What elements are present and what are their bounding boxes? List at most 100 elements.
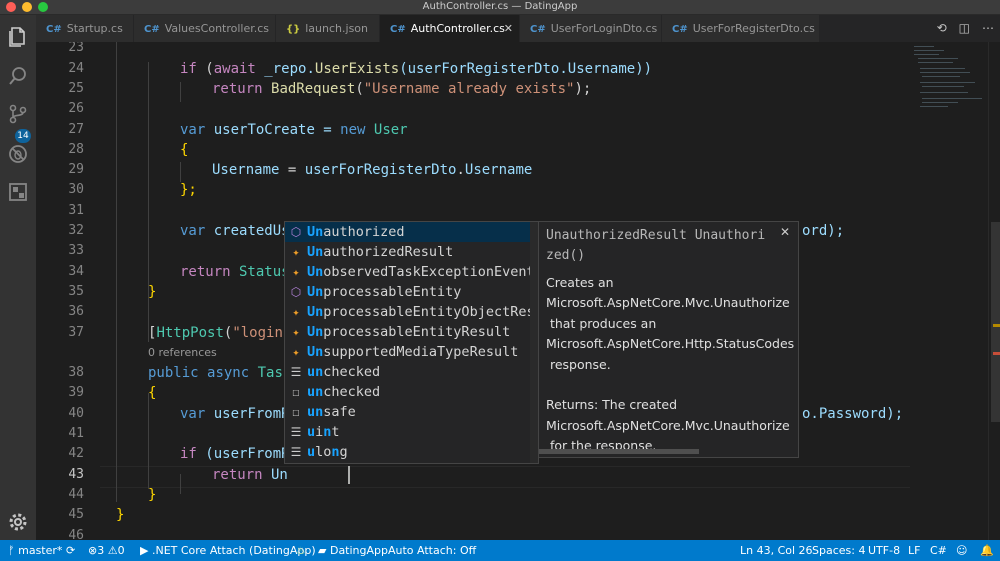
snippet-icon: ☐ xyxy=(292,405,300,419)
line-number: 42 xyxy=(68,446,84,461)
keyword-icon: ☰ xyxy=(290,425,302,439)
notifications-bell-icon[interactable]: 🔔 xyxy=(980,540,994,561)
line-number: 34 xyxy=(68,264,84,279)
source-control-icon[interactable] xyxy=(7,103,29,125)
title-bar: AuthController.cs — DatingApp xyxy=(0,0,1000,15)
suggestion-item[interactable]: ✦ UnauthorizedResult xyxy=(285,242,538,262)
explorer-icon[interactable] xyxy=(7,25,29,47)
close-details-icon[interactable]: ✕ xyxy=(780,225,790,239)
line-number: 37 xyxy=(68,325,84,340)
auto-attach-status[interactable]: Auto Attach: Off xyxy=(388,540,476,561)
suggestion-item[interactable]: ✦ UnprocessableEntityObjectResu xyxy=(285,302,538,322)
indent-guide xyxy=(148,393,149,489)
code-line: [HttpPost("login" xyxy=(148,325,292,341)
line-number: 38 xyxy=(68,365,84,380)
branch-status[interactable]: ᚠ master* xyxy=(8,540,62,561)
text-cursor xyxy=(348,466,350,484)
code-line: if (await _repo.UserExists(userForRegist… xyxy=(180,61,653,77)
codelens-references[interactable]: 0 references xyxy=(148,343,217,363)
extensions-icon[interactable] xyxy=(7,181,29,203)
open-changes-icon[interactable]: ⟲ xyxy=(937,21,947,35)
indent-guide xyxy=(116,42,117,502)
sync-icon[interactable]: ⟳ xyxy=(66,540,75,561)
doc-line: response. xyxy=(546,357,611,372)
doc-line: Returns: The created xyxy=(546,397,678,412)
suggestion-item[interactable]: ✦ UnobservedTaskExceptionEventA xyxy=(285,262,538,282)
line-number: 35 xyxy=(68,284,84,299)
indentation-status[interactable]: Spaces: 4 xyxy=(812,540,865,561)
suggestion-item[interactable]: ✦ UnsupportedMediaTypeResult xyxy=(285,342,538,362)
doc-line: Microsoft.AspNetCore.Mvc.Unauthorize xyxy=(546,295,790,310)
tab-auth-controller[interactable]: C# AuthController.cs ✕ xyxy=(380,15,520,42)
settings-gear-icon[interactable] xyxy=(7,511,29,533)
tab-user-for-register-dto[interactable]: C# UserForRegisterDto.cs xyxy=(662,15,820,42)
line-number: 27 xyxy=(68,122,84,137)
more-actions-icon[interactable]: ⋯ xyxy=(982,21,994,35)
window-title: AuthController.cs — DatingApp xyxy=(422,1,578,12)
signature: UnauthorizedResult Unauthori zed() xyxy=(546,228,766,263)
flame-icon[interactable]: ♨ xyxy=(296,540,306,561)
details-scrollbar[interactable] xyxy=(539,449,699,454)
line-number: 36 xyxy=(68,304,84,319)
suggestion-list[interactable]: ⬡ Unauthorized ✦ UnauthorizedResult ✦ Unobs… xyxy=(284,221,539,464)
problems-status[interactable]: ⊗3 ⚠0 xyxy=(88,540,125,561)
line-number: 23 xyxy=(68,42,84,55)
tab-actions: ⟲ ◫ ⋯ xyxy=(925,15,994,42)
code-line: ord); xyxy=(802,223,845,239)
code-line: } xyxy=(116,507,125,523)
scrollbar-marker xyxy=(993,352,1000,355)
suggestion-item[interactable]: ☰ ulong xyxy=(285,442,538,462)
code-line: } xyxy=(148,284,157,300)
suggestion-item[interactable]: ⬡ UnprocessableEntity xyxy=(285,282,538,302)
snippet-icon: ☐ xyxy=(292,385,300,399)
line-number: 39 xyxy=(68,385,84,400)
source-control-badge: 14 xyxy=(15,129,31,143)
language-mode[interactable]: C# xyxy=(930,540,947,561)
class-icon: ✦ xyxy=(292,345,300,359)
code-line: Username = userForRegisterDto.Username xyxy=(212,162,533,178)
line-number: 25 xyxy=(68,81,84,96)
code-line: if (userFromR xyxy=(180,446,290,462)
eol-status[interactable]: LF xyxy=(908,540,920,561)
code-line: { xyxy=(180,142,189,158)
tab-user-for-login-dto[interactable]: C# UserForLoginDto.cs xyxy=(520,15,662,42)
line-number: 32 xyxy=(68,223,84,238)
csharp-file-icon: C# xyxy=(390,24,406,35)
debug-config[interactable]: ▶ .NET Core Attach (DatingApp) xyxy=(140,540,316,561)
line-number: 33 xyxy=(68,243,84,258)
search-icon[interactable] xyxy=(7,65,29,87)
scrollbar-thumb[interactable] xyxy=(991,222,1000,422)
code-line: }; xyxy=(180,182,197,198)
suggestion-item[interactable]: ✦ UnprocessableEntityResult xyxy=(285,322,538,342)
code-line: return BadRequest("Username already exis… xyxy=(212,81,592,97)
line-number: 40 xyxy=(68,406,84,421)
close-tab-icon[interactable]: ✕ xyxy=(504,15,513,42)
vertical-scrollbar[interactable] xyxy=(988,42,1000,540)
suggestion-item[interactable]: ⬡ Unauthorized xyxy=(285,222,538,242)
folder-status[interactable]: ▰ DatingApp xyxy=(318,540,388,561)
suggestion-item[interactable]: ☐ unchecked xyxy=(285,382,538,402)
feedback-smiley-icon[interactable]: ☺ xyxy=(956,540,967,561)
suggestion-scrollbar[interactable] xyxy=(530,222,538,463)
play-icon: ▶ xyxy=(140,544,149,557)
split-editor-icon[interactable]: ◫ xyxy=(959,21,970,35)
keyword-icon: ☰ xyxy=(290,445,302,459)
line-number: 29 xyxy=(68,162,84,177)
scrollbar-marker xyxy=(993,324,1000,327)
code-line: var userToCreate = new User xyxy=(180,122,408,138)
class-icon: ✦ xyxy=(292,325,300,339)
cursor-position[interactable]: Ln 43, Col 26 xyxy=(740,540,813,561)
suggestion-item[interactable]: ☰ uint xyxy=(285,422,538,442)
tab-values-controller[interactable]: C# ValuesController.cs xyxy=(134,15,276,42)
minimap[interactable] xyxy=(910,42,988,540)
csharp-file-icon: C# xyxy=(144,24,160,35)
tab-launch-json[interactable]: {} launch.json xyxy=(276,15,380,42)
tab-startup[interactable]: C# Startup.cs xyxy=(36,15,134,42)
debug-icon[interactable] xyxy=(7,143,29,165)
suggestion-item[interactable]: ☐ unsafe xyxy=(285,402,538,422)
class-icon: ✦ xyxy=(292,305,300,319)
encoding-status[interactable]: UTF-8 xyxy=(868,540,900,561)
suggestion-item[interactable]: ☰ unchecked xyxy=(285,362,538,382)
warning-icon: ⚠ xyxy=(107,544,118,557)
code-line: public async Task xyxy=(148,365,292,381)
